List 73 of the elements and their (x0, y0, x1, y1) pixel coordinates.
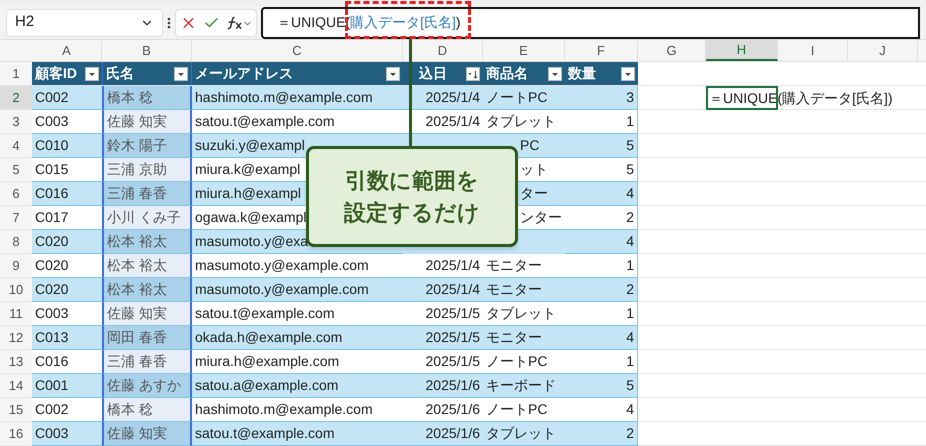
table-cell: 4 (565, 182, 638, 206)
row-header[interactable]: 5 (0, 158, 32, 182)
table-cell: 1 (565, 254, 638, 278)
formula-function: ＝UNIQUE( (277, 13, 350, 32)
column-header[interactable]: F (565, 40, 638, 61)
row-header[interactable]: 9 (0, 254, 32, 278)
column-header[interactable]: I (778, 40, 848, 61)
row-header[interactable]: 7 (0, 206, 32, 230)
filter-dropdown-icon[interactable] (174, 66, 188, 80)
table-cell: 鈴木 陽子 (102, 134, 192, 158)
row-header[interactable]: 6 (0, 182, 32, 206)
row-header[interactable]: 2 (0, 86, 32, 110)
table-cell: 佐藤 あすか (102, 374, 192, 398)
table-cell: 2 (565, 206, 638, 230)
table-cell: 4 (565, 326, 638, 350)
table-cell: 2 (565, 278, 638, 302)
table-cell: 松本 裕太 (102, 278, 192, 302)
header-label: 顧客ID (35, 64, 77, 83)
row-header[interactable]: 16 (0, 422, 32, 446)
table-cell: 1 (565, 302, 638, 326)
more-icon (167, 16, 171, 30)
table-cell: 三浦 春香 (102, 350, 192, 374)
formula-reference: 購入データ[氏名] (350, 13, 456, 32)
table-cell: 橋本 稔 (102, 86, 192, 110)
filter-dropdown-icon[interactable] (386, 66, 400, 80)
row-header[interactable]: 14 (0, 374, 32, 398)
table-cell: 岡田 春香 (102, 326, 192, 350)
row-header[interactable]: 10 (0, 278, 32, 302)
filter-dropdown-icon[interactable] (548, 66, 562, 80)
row-header[interactable]: 12 (0, 326, 32, 350)
table-cell: 松本 裕太 (102, 230, 192, 254)
header-label: 込日 (418, 64, 447, 83)
column-header[interactable]: C (192, 40, 403, 61)
column-header[interactable]: B (102, 40, 192, 61)
table-cell: 三浦 春香 (102, 182, 192, 206)
row-header[interactable]: 1 (0, 62, 32, 85)
column-header[interactable]: E (483, 40, 565, 61)
table-cell: 2 (565, 422, 638, 446)
function-icon[interactable] (226, 14, 252, 30)
table-cell: 佐藤 知実 (102, 302, 192, 326)
header-label: 氏名 (106, 64, 134, 83)
row-header[interactable]: 15 (0, 398, 32, 422)
column-header[interactable]: H (706, 40, 778, 61)
table-cell: 3 (565, 86, 638, 110)
row-header[interactable]: 11 (0, 302, 32, 326)
table-cell: 5 (565, 158, 638, 182)
filter-dropdown-icon[interactable] (85, 66, 99, 80)
header-label: メールアドレス (195, 64, 293, 83)
formula-close: ) (456, 13, 461, 32)
sort-filter-icon[interactable] (466, 66, 480, 80)
table-cell: 佐藤 知実 (102, 422, 192, 446)
column-header[interactable]: J (848, 40, 918, 61)
table-cell: 4 (565, 230, 638, 254)
table-cell: 佐藤 知実 (102, 110, 192, 134)
column-header[interactable]: A (32, 40, 102, 61)
formula-field[interactable]: ＝UNIQUE(購入データ[氏名]) (261, 6, 920, 38)
row-header[interactable]: 3 (0, 110, 32, 134)
table-cell: 4 (565, 398, 638, 422)
table-cell: 1 (565, 350, 638, 374)
row-header[interactable]: 13 (0, 350, 32, 374)
table-cell: 松本 裕太 (102, 254, 192, 278)
table-cell: 1 (565, 110, 638, 134)
row-header[interactable]: 8 (0, 230, 32, 254)
table-cell: 5 (565, 374, 638, 398)
header-label: 商品名 (486, 64, 528, 83)
table-cell: 小川 くみ子 (102, 206, 192, 230)
filter-dropdown-icon[interactable] (621, 66, 635, 80)
table-cell: 三浦 京助 (102, 158, 192, 182)
table-cell: 橋本 稔 (102, 398, 192, 422)
header-label: 数量 (568, 64, 596, 83)
table-cell: 5 (565, 134, 638, 158)
row-header[interactable]: 4 (0, 134, 32, 158)
name-box[interactable]: H2 (6, 8, 163, 36)
